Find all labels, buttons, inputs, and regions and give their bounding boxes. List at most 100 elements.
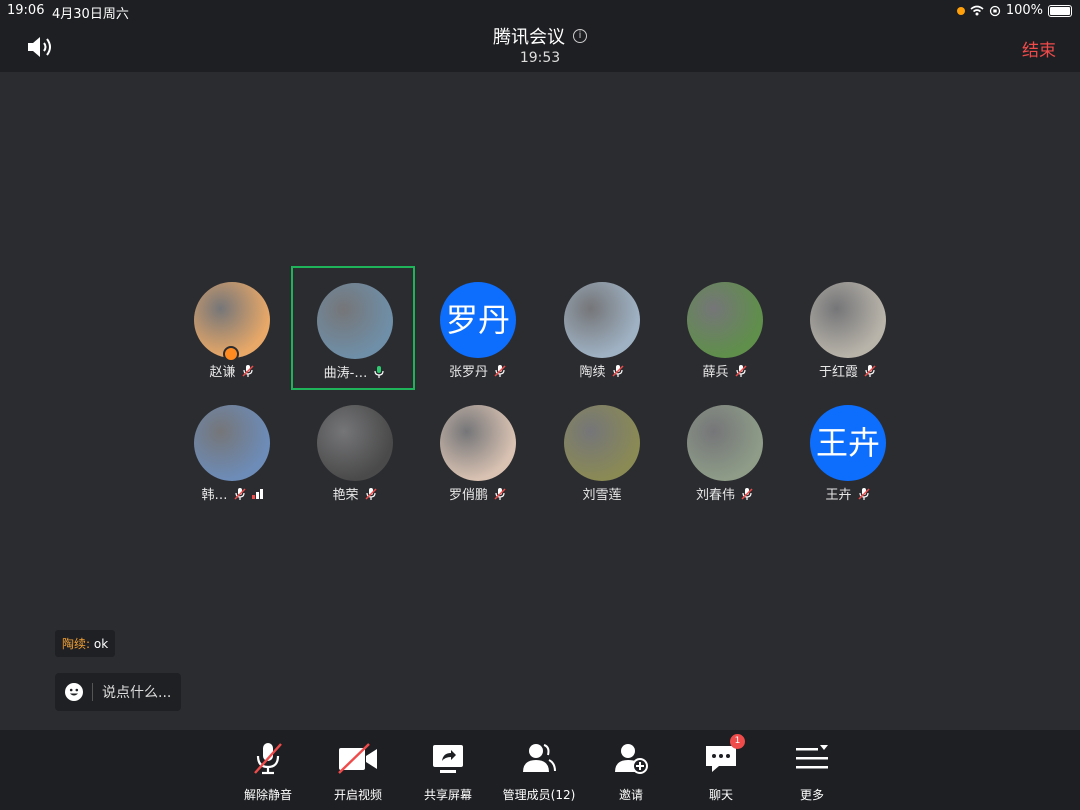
battery-icon <box>1048 4 1072 17</box>
meeting-timer: 19:53 <box>519 50 561 66</box>
add-user-icon <box>613 740 649 776</box>
participant-tile[interactable]: 曲涛-… <box>291 266 415 390</box>
mic-active-icon <box>374 365 384 378</box>
participant-name-row: 艳荣 <box>293 484 417 503</box>
chat-input-placeholder: 说点什么... <box>102 685 172 701</box>
participant-tile[interactable]: 罗丹张罗丹 <box>416 267 540 391</box>
start-video-label: 开启视频 <box>333 788 382 802</box>
participant-name-row: 罗俏鹏 <box>416 484 540 503</box>
participant-name: 曲涛-… <box>323 366 368 381</box>
mic-muted-icon <box>864 364 876 377</box>
mic-muted-icon <box>233 487 246 500</box>
signal-strength-icon <box>251 488 263 499</box>
participant-tile[interactable]: 薛兵 <box>663 267 787 391</box>
participant-tile[interactable]: 艳荣 <box>293 390 417 514</box>
avatar <box>810 282 886 358</box>
unmute-button[interactable]: 解除静音 <box>223 740 313 803</box>
participant-name-row: 王卉 <box>786 484 910 503</box>
participant-name: 刘春伟 <box>695 488 735 503</box>
participant-tile[interactable]: 赵谦 <box>170 267 294 391</box>
meeting-title[interactable]: 腾讯会议 i <box>493 23 587 49</box>
avatar <box>317 405 393 481</box>
info-icon[interactable]: i <box>573 29 587 43</box>
chat-input[interactable]: 说点什么... <box>55 673 181 711</box>
participant-tile[interactable]: 王卉 王卉 <box>786 390 910 514</box>
participant-name: 于红霞 <box>818 365 858 380</box>
mic-off-icon <box>250 740 286 776</box>
emoji-icon[interactable] <box>65 683 83 701</box>
participant-name: 薛兵 <box>702 365 729 380</box>
participant-tile[interactable]: 韩… <box>170 390 294 514</box>
avatar <box>564 282 640 358</box>
status-time: 19:06 <box>7 3 45 18</box>
host-badge-icon <box>223 346 239 362</box>
chat-unread-badge: 1 <box>730 734 745 749</box>
avatar <box>564 405 640 481</box>
manage-members-label: 管理成员(12) <box>502 788 576 802</box>
meeting-header: 腾讯会议 i 19:53 结束 <box>0 22 1080 72</box>
participant-tile[interactable]: 于红霞 <box>786 267 910 391</box>
participant-name: 刘雪莲 <box>582 488 622 503</box>
mic-muted-icon <box>364 487 377 500</box>
status-date: 4月30日周六 <box>52 7 129 22</box>
chat-message: 陶续: ok <box>55 630 116 657</box>
share-screen-label: 共享屏幕 <box>423 788 472 802</box>
participant-name-row: 于红霞 <box>786 361 910 380</box>
participant-tile[interactable]: 罗俏鹏 <box>416 390 540 514</box>
participant-tile[interactable]: 陶续 <box>540 267 664 391</box>
chat-button[interactable]: 1 聊天 <box>676 734 766 803</box>
chat-label: 聊天 <box>708 788 733 802</box>
mic-muted-icon <box>241 364 254 377</box>
status-right: 100% <box>956 3 1072 18</box>
participant-name-row: 赵谦 <box>170 361 294 380</box>
title-wrap: 腾讯会议 i 19:53 <box>0 22 1080 66</box>
mic-muted-icon <box>857 487 870 500</box>
start-video-button[interactable]: 开启视频 <box>313 740 403 803</box>
participant-name: 赵谦 <box>209 365 236 380</box>
chat-icon: 1 <box>703 734 745 776</box>
participant-name-row: 张罗丹 <box>416 361 540 380</box>
participant-name: 张罗丹 <box>448 365 488 380</box>
manage-members-button[interactable]: 管理成员(12) <box>494 740 584 803</box>
more-button[interactable]: 更多 <box>767 740 857 803</box>
camera-off-icon <box>338 740 377 776</box>
participant-name: 韩… <box>201 488 228 503</box>
avatar <box>440 405 516 481</box>
meeting-title-text: 腾讯会议 <box>493 27 565 48</box>
avatar <box>194 405 270 481</box>
wifi-icon <box>970 5 984 16</box>
participant-name-row: 曲涛-… <box>293 362 417 381</box>
end-meeting-button[interactable]: 结束 <box>1022 36 1056 61</box>
participant-name: 罗俏鹏 <box>448 488 488 503</box>
chat-message-text: ok <box>93 637 109 651</box>
more-label: 更多 <box>799 788 824 802</box>
invite-button[interactable]: 邀请 <box>586 740 676 803</box>
participant-tile[interactable]: 刘雪莲 <box>540 390 664 514</box>
mic-muted-icon <box>611 364 624 377</box>
mic-muted-icon <box>734 364 747 377</box>
unmute-label: 解除静音 <box>243 788 292 802</box>
avatar <box>687 282 763 358</box>
participant-name: 陶续 <box>579 365 606 380</box>
participant-name: 王卉 <box>825 488 852 503</box>
mic-muted-icon <box>494 487 506 500</box>
chat-sender: 陶续: <box>62 637 91 651</box>
participant-name-row: 陶续 <box>540 361 664 380</box>
avatar <box>687 405 763 481</box>
share-screen-button[interactable]: 共享屏幕 <box>403 740 493 803</box>
rotation-lock-icon <box>989 5 1000 16</box>
mic-muted-icon <box>741 487 753 500</box>
bottom-toolbar: 解除静音 开启视频 共享屏幕 管理成员(12) 邀请 1 聊天 更多 <box>0 730 1080 810</box>
participant-name-row: 刘春伟 <box>663 484 787 503</box>
invite-label: 邀请 <box>618 788 643 802</box>
avatar <box>317 283 393 359</box>
avatar: 罗丹 <box>440 282 516 358</box>
participant-name: 艳荣 <box>332 488 359 503</box>
input-divider <box>92 683 93 701</box>
participant-name-row: 薛兵 <box>663 361 787 380</box>
participant-tile[interactable]: 刘春伟 <box>663 390 787 514</box>
members-icon <box>521 740 557 776</box>
avatar: 王卉 <box>810 405 886 481</box>
menu-icon <box>794 740 830 776</box>
participant-name-row: 韩… <box>170 484 294 503</box>
